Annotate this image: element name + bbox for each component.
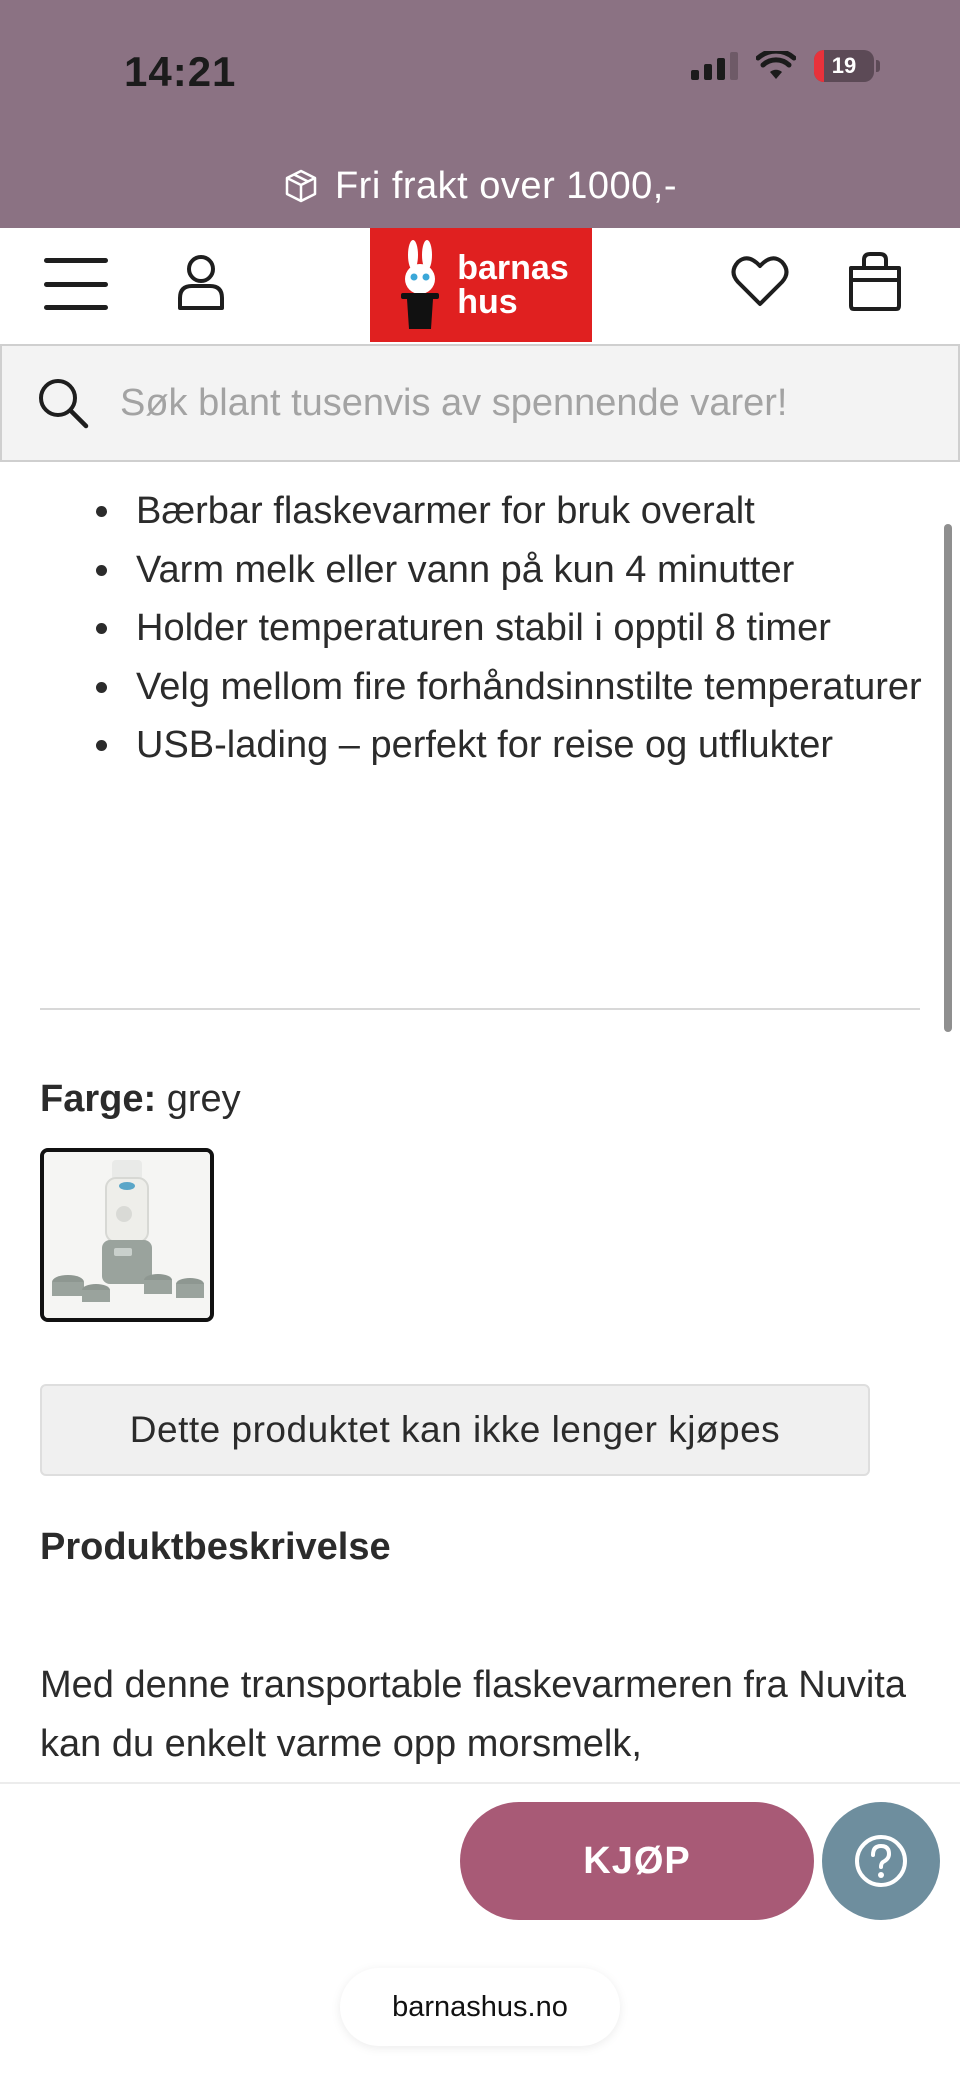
logo-text-line1: barnas: [457, 249, 569, 287]
hamburger-icon: [44, 258, 108, 263]
question-mark-icon: [855, 1835, 907, 1887]
rabbit-logo-icon: [401, 240, 440, 329]
feature-item: USB-lading – perfekt for reise og utfluk…: [96, 716, 926, 775]
battery-icon: 19: [814, 50, 874, 82]
search-icon[interactable]: [36, 376, 90, 430]
menu-button[interactable]: [44, 258, 108, 310]
package-icon: [285, 169, 317, 203]
promo-text: Fri frakt over 1000,-: [334, 164, 678, 207]
shopping-bag-icon[interactable]: [846, 250, 904, 312]
promo-banner: Fri frakt over 1000,-: [0, 158, 960, 214]
feature-item: Bærbar flaskevarmer for bruk overalt: [96, 482, 926, 541]
cellular-signal-icon: [691, 52, 738, 80]
feature-list: Bærbar flaskevarmer for bruk overalt Var…: [96, 482, 926, 775]
feature-item: Velg mellom fire forhåndsinnstilte tempe…: [96, 658, 926, 717]
status-icons: 19: [691, 50, 880, 82]
page-scrollbar[interactable]: [944, 524, 952, 1032]
status-time: 14:21: [124, 48, 237, 95]
search-bar: [0, 344, 960, 462]
description-text: Med denne transportable flaskevarmeren f…: [40, 1664, 907, 1765]
user-account-icon[interactable]: [176, 252, 226, 312]
color-value: grey: [166, 1078, 241, 1120]
favorites-heart-icon[interactable]: [730, 252, 790, 312]
feature-item: Varm melk eller vann på kun 4 minutter: [96, 541, 926, 600]
help-button[interactable]: [822, 1802, 940, 1920]
page: 14:21 19 Fri frakt over 1000,- barnas hu…: [0, 0, 960, 2081]
wifi-icon: [756, 51, 796, 79]
color-selector-label: Farge: grey: [40, 1078, 241, 1121]
browser-url-pill[interactable]: barnashus.no: [340, 1968, 620, 2046]
battery-level: 19: [831, 53, 857, 78]
color-label: Farge:: [40, 1078, 157, 1120]
buy-button[interactable]: KJØP: [460, 1802, 814, 1920]
top-band: 14:21 19 Fri frakt over 1000,-: [0, 0, 960, 228]
product-image: [44, 1152, 210, 1318]
description-title: Produktbeskrivelse: [40, 1526, 391, 1568]
logo-text-line2: hus: [457, 283, 518, 321]
unavailable-notice: Dette produktet kan ikke lenger kjøpes: [40, 1384, 870, 1476]
search-input[interactable]: [120, 381, 920, 425]
section-divider: [40, 1008, 920, 1010]
site-header: barnas hus: [0, 228, 960, 342]
color-swatch-grey[interactable]: [40, 1148, 214, 1322]
feature-item: Holder temperaturen stabil i opptil 8 ti…: [96, 599, 926, 658]
site-logo[interactable]: barnas hus: [370, 228, 592, 342]
